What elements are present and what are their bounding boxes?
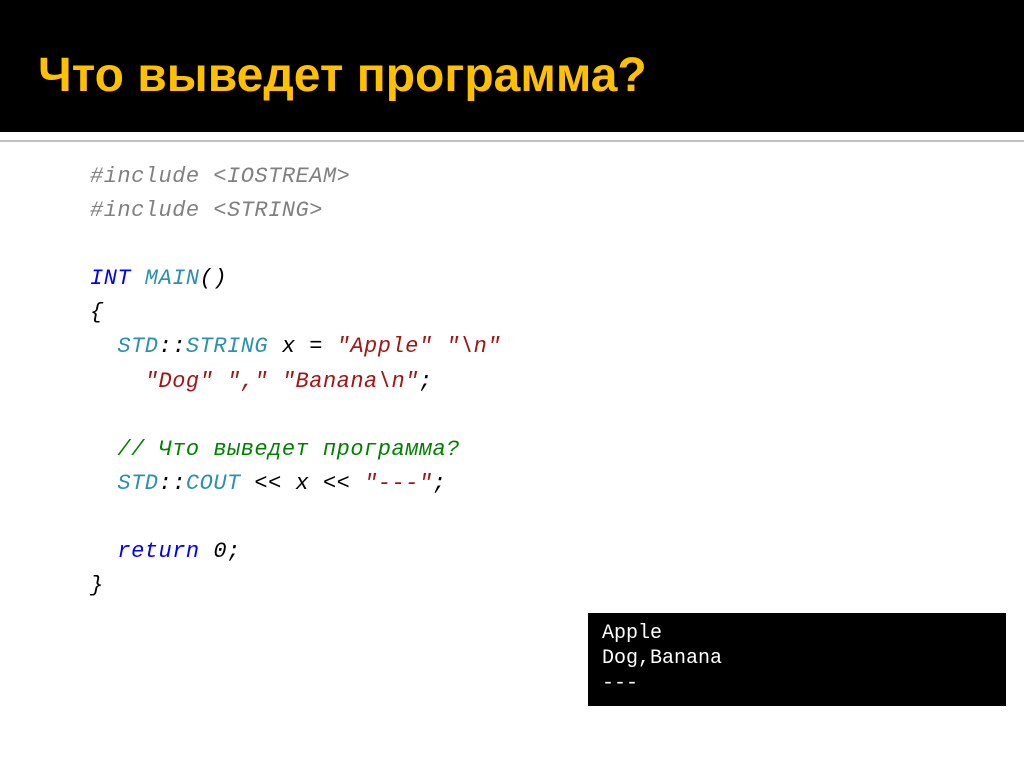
header-bar: Что выведет программа? — [0, 0, 1024, 132]
code-sp2 — [213, 369, 227, 394]
code-col1: :: — [159, 334, 186, 359]
code-sp3 — [268, 369, 282, 394]
code-semi2: ; — [433, 471, 447, 496]
code-int: INT — [90, 266, 131, 291]
output-box: Apple Dog,Banana --- — [588, 613, 1006, 706]
code-string: STRING — [186, 334, 268, 359]
code-col2: :: — [159, 471, 186, 496]
divider — [0, 140, 1024, 142]
code-banana: "Banana\n" — [282, 369, 419, 394]
code-dashes: "---" — [364, 471, 433, 496]
code-line-2b: <STRING> — [213, 198, 323, 223]
code-nl: "\n" — [446, 334, 501, 359]
code-main: MAIN — [131, 266, 200, 291]
code-comma: "," — [227, 369, 268, 394]
code-zero: 0; — [200, 539, 241, 564]
code-semi1: ; — [419, 369, 433, 394]
code-std1: STD — [90, 334, 159, 359]
code-dog: "Dog" — [145, 369, 214, 394]
code-block: #include <IOSTREAM> #include <STRING> IN… — [90, 160, 501, 603]
code-outx: << x << — [241, 471, 364, 496]
code-return: return — [90, 539, 200, 564]
code-line-1b: <IOSTREAM> — [213, 164, 350, 189]
code-comment: // Что выведет программа? — [90, 437, 460, 462]
code-parens: () — [200, 266, 227, 291]
code-indent6 — [90, 369, 145, 394]
code-brace-open: { — [90, 300, 104, 325]
code-line-2a: #include — [90, 198, 213, 223]
code-cout: COUT — [186, 471, 241, 496]
slide: Что выведет программа? #include <IOSTREA… — [0, 0, 1024, 767]
slide-title: Что выведет программа? — [38, 48, 647, 103]
code-line-1a: #include — [90, 164, 213, 189]
code-xeq: x = — [268, 334, 337, 359]
code-sp1 — [433, 334, 447, 359]
code-std2: STD — [90, 471, 159, 496]
code-brace-close: } — [90, 573, 104, 598]
code-apple: "Apple" — [337, 334, 433, 359]
